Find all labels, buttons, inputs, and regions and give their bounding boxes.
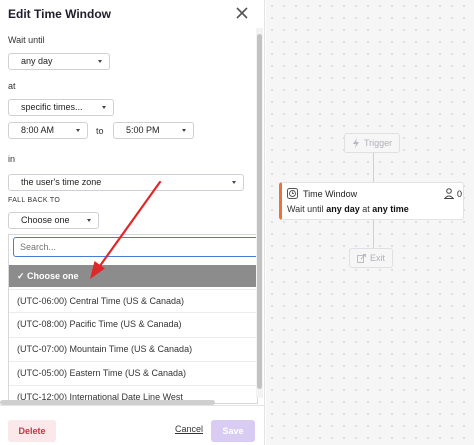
chevron-down-icon	[87, 219, 91, 222]
fallback-label: FALL BACK TO	[8, 197, 61, 204]
trigger-node[interactable]: Trigger	[344, 133, 401, 153]
time-mode-select[interactable]: specific times...	[8, 99, 114, 116]
chevron-down-icon	[232, 181, 236, 184]
panel-title: Edit Time Window	[8, 7, 112, 21]
lightning-icon	[353, 138, 359, 148]
wait-until-label: Wait until	[8, 35, 45, 45]
dropdown-option[interactable]: (UTC-06:00) Central Time (US & Canada)	[9, 289, 257, 311]
edit-panel: Edit Time Window Wait until any day at s…	[0, 0, 265, 445]
day-select[interactable]: any day	[8, 53, 110, 70]
close-icon[interactable]	[234, 5, 250, 21]
workflow-canvas[interactable]: Trigger Time Window 0 Wait until any day…	[266, 0, 474, 445]
dropdown-option[interactable]: (UTC-07:00) Mountain Time (US & Canada)	[9, 337, 257, 359]
card-desc-time: any time	[372, 204, 409, 214]
card-title: Time Window	[303, 189, 358, 199]
fallback-value: Choose one	[21, 215, 70, 225]
exit-label: Exit	[370, 253, 386, 263]
trigger-label: Trigger	[364, 138, 393, 148]
day-select-value: any day	[21, 56, 53, 66]
start-time-value: 8:00 AM	[21, 125, 55, 135]
connector-line	[373, 153, 374, 182]
panel-footer: Delete Cancel Save	[0, 405, 264, 445]
timezone-select[interactable]: the user's time zone	[8, 174, 244, 191]
save-button[interactable]: Save	[211, 420, 255, 442]
to-label: to	[96, 126, 104, 136]
cancel-button[interactable]: Cancel	[175, 424, 203, 434]
time-mode-value: specific times...	[21, 102, 83, 112]
in-label: in	[8, 154, 16, 164]
dropdown-option[interactable]: (UTC-05:00) Eastern Time (US & Canada)	[9, 361, 257, 383]
exit-icon	[357, 253, 366, 263]
dropdown-option-selected[interactable]: ✓ Choose one	[9, 265, 257, 287]
chevron-down-icon	[76, 129, 80, 132]
search-input[interactable]	[13, 237, 257, 257]
time-window-card[interactable]: Time Window 0 Wait until any day at any …	[279, 182, 464, 220]
scrollbar-thumb[interactable]	[257, 34, 262, 389]
fallback-select[interactable]: Choose one	[8, 212, 99, 229]
clock-icon	[287, 188, 298, 199]
user-icon	[444, 188, 454, 199]
delete-button[interactable]: Delete	[8, 420, 56, 442]
exit-node[interactable]: Exit	[349, 248, 394, 268]
end-time-value: 5:00 PM	[126, 125, 160, 135]
card-description: Wait until any day at any time	[287, 204, 409, 214]
chevron-down-icon	[182, 129, 186, 132]
end-time-select[interactable]: 5:00 PM	[113, 122, 194, 139]
card-desc-text: at	[359, 204, 373, 214]
card-desc-text: Wait until	[287, 204, 327, 214]
timezone-value: the user's time zone	[21, 177, 102, 187]
at-label: at	[8, 81, 16, 91]
chevron-down-icon	[98, 60, 102, 63]
start-time-select[interactable]: 8:00 AM	[8, 122, 88, 139]
dropdown-option[interactable]: (UTC-08:00) Pacific Time (US & Canada)	[9, 312, 257, 334]
timezone-dropdown: ✓ Choose one (UTC-06:00) Central Time (U…	[8, 234, 258, 404]
chevron-down-icon	[102, 106, 106, 109]
card-desc-day: any day	[326, 204, 360, 214]
card-user-count: 0	[457, 189, 463, 199]
connector-line	[373, 220, 374, 248]
